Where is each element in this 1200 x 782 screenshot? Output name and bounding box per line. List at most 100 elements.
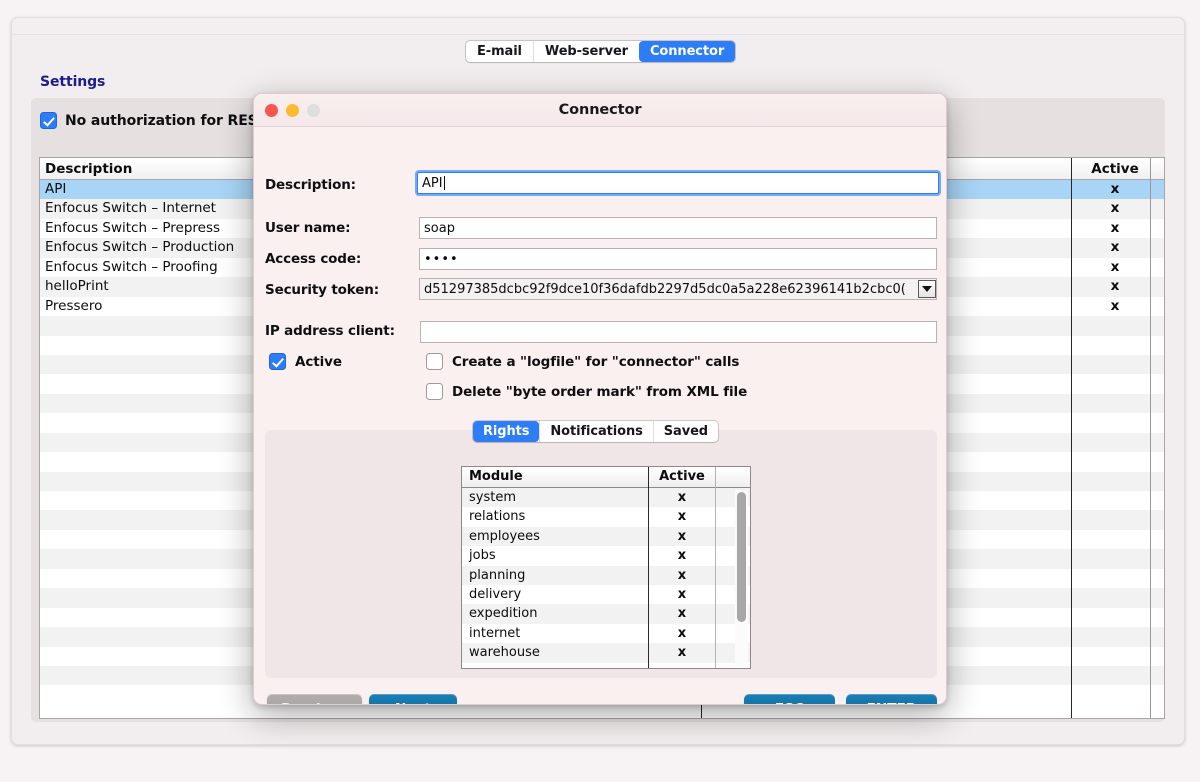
- esc-button[interactable]: ESC: [744, 694, 835, 705]
- description-input[interactable]: API: [417, 172, 939, 194]
- cell-description: Enfocus Switch – Proofing: [45, 259, 218, 275]
- delete-bom-label: Delete "byte order mark" from XML file: [452, 384, 747, 400]
- access-code-input-value: ••••: [424, 252, 459, 267]
- tab-connector[interactable]: Connector: [639, 41, 735, 62]
- previous-button[interactable]: Previous: [267, 694, 362, 705]
- no-authorization-rest-label: No authorization for REST c: [65, 113, 280, 129]
- module-table-scrollbar[interactable]: [735, 490, 748, 666]
- screen-root: E-mailWeb-serverConnector Settings No au…: [0, 0, 1200, 782]
- module-row[interactable]: relations x: [462, 507, 750, 526]
- inner-tab-rights[interactable]: Rights: [473, 421, 539, 442]
- column-header-description: Description: [45, 161, 132, 177]
- module-row[interactable]: warehouse x: [462, 643, 750, 662]
- module-column-divider-1: [648, 467, 649, 668]
- module-row[interactable]: expedition x: [462, 604, 750, 623]
- inner-tab-saved[interactable]: Saved: [653, 421, 718, 442]
- cell-description: helloPrint: [45, 278, 109, 294]
- module-row[interactable]: delivery x: [462, 585, 750, 604]
- security-token-input[interactable]: d51297385dcbc92f9dce10f36dafdb2297d5dc0a…: [419, 278, 937, 300]
- cell-description: Enfocus Switch – Internet: [45, 200, 216, 216]
- cell-description: Enfocus Switch – Prepress: [45, 220, 220, 236]
- settings-tabbar[interactable]: E-mailWeb-serverConnector: [466, 41, 735, 62]
- window-top-strip: [12, 18, 1184, 35]
- dialog-body: Description: API User name: soap Access …: [254, 127, 946, 705]
- create-logfile-checkbox-row[interactable]: Create a "logfile" for "connector" calls: [426, 353, 739, 370]
- page-title: Settings: [40, 74, 105, 90]
- access-code-input[interactable]: ••••: [419, 248, 937, 270]
- security-token-label: Security token:: [265, 282, 379, 298]
- enter-button[interactable]: ENTER: [846, 694, 937, 705]
- cell-module-name: planning: [469, 568, 525, 583]
- cell-module-name: system: [469, 490, 516, 505]
- module-table-body: systemxrelationsxemployeesxjobsxplanning…: [462, 488, 750, 663]
- cell-active: x: [1081, 200, 1149, 216]
- create-logfile-checkbox[interactable]: [426, 353, 443, 370]
- inner-tab-notifications[interactable]: Notifications: [539, 421, 652, 442]
- cell-description: API: [45, 181, 66, 197]
- no-authorization-rest-checkbox[interactable]: [40, 112, 57, 129]
- cell-active: x: [1081, 259, 1149, 275]
- cell-module-active: x: [652, 587, 712, 602]
- tab-e-mail[interactable]: E-mail: [466, 41, 533, 62]
- cell-active: x: [1081, 220, 1149, 236]
- user-name-label: User name:: [265, 220, 350, 236]
- module-table-scrollbar-thumb[interactable]: [737, 492, 746, 622]
- cell-active: x: [1081, 298, 1149, 314]
- cell-module-active: x: [652, 645, 712, 660]
- cell-module-name: jobs: [469, 548, 496, 563]
- active-checkbox-row[interactable]: Active: [269, 353, 342, 370]
- module-table-header: Module Active: [462, 467, 750, 488]
- rights-tabbar[interactable]: RightsNotificationsSaved: [473, 421, 718, 442]
- cell-module-name: relations: [469, 509, 525, 524]
- module-column-divider-2: [715, 467, 716, 668]
- module-active-column-header: Active: [652, 469, 712, 484]
- delete-bom-checkbox-row[interactable]: Delete "byte order mark" from XML file: [426, 383, 747, 400]
- user-name-input-value: soap: [424, 221, 455, 236]
- dialog-title: Connector: [254, 102, 946, 118]
- dialog-titlebar[interactable]: Connector: [254, 94, 946, 127]
- cell-module-name: warehouse: [469, 645, 540, 660]
- module-rights-table[interactable]: Module Active systemxrelationsxemployees…: [461, 466, 751, 669]
- column-divider-3: [1150, 158, 1151, 718]
- create-logfile-label: Create a "logfile" for "connector" calls: [452, 354, 739, 370]
- no-authorization-rest-checkbox-row[interactable]: No authorization for REST c: [40, 112, 280, 129]
- cell-module-active: x: [652, 568, 712, 583]
- column-header-active: Active: [1081, 161, 1149, 177]
- module-column-header: Module: [469, 469, 523, 484]
- cell-active: x: [1081, 181, 1149, 197]
- tab-web-server[interactable]: Web-server: [533, 41, 639, 62]
- cell-active: x: [1081, 278, 1149, 294]
- module-row[interactable]: internet x: [462, 624, 750, 643]
- column-divider-2: [1071, 158, 1072, 718]
- cell-module-name: internet: [469, 626, 520, 641]
- cell-module-name: delivery: [469, 587, 521, 602]
- dropdown-triangle: [922, 286, 932, 292]
- module-row[interactable]: system x: [462, 488, 750, 507]
- cell-module-active: x: [652, 548, 712, 563]
- description-label: Description:: [265, 177, 356, 193]
- user-name-input[interactable]: soap: [419, 217, 937, 239]
- cell-description: Enfocus Switch – Production: [45, 239, 234, 255]
- description-input-value: API: [422, 176, 443, 191]
- ip-address-client-input[interactable]: [420, 321, 937, 343]
- cell-description: Pressero: [45, 298, 102, 314]
- module-row[interactable]: employees x: [462, 527, 750, 546]
- chevron-down-icon[interactable]: [918, 280, 936, 298]
- cell-module-name: expedition: [469, 606, 537, 621]
- cell-module-active: x: [652, 606, 712, 621]
- cell-module-active: x: [652, 529, 712, 544]
- cell-module-name: employees: [469, 529, 540, 544]
- next-button[interactable]: Next: [369, 694, 457, 705]
- ip-address-client-label: IP address client:: [265, 323, 395, 339]
- security-token-input-value: d51297385dcbc92f9dce10f36dafdb2297d5dc0a…: [424, 282, 906, 297]
- cell-module-active: x: [652, 626, 712, 641]
- active-checkbox[interactable]: [269, 353, 286, 370]
- delete-bom-checkbox[interactable]: [426, 383, 443, 400]
- active-checkbox-label: Active: [295, 354, 342, 370]
- module-row[interactable]: planning x: [462, 566, 750, 585]
- text-cursor: [444, 176, 445, 190]
- module-row[interactable]: jobs x: [462, 546, 750, 565]
- cell-module-active: x: [652, 509, 712, 524]
- access-code-label: Access code:: [265, 251, 361, 267]
- cell-module-active: x: [652, 490, 712, 505]
